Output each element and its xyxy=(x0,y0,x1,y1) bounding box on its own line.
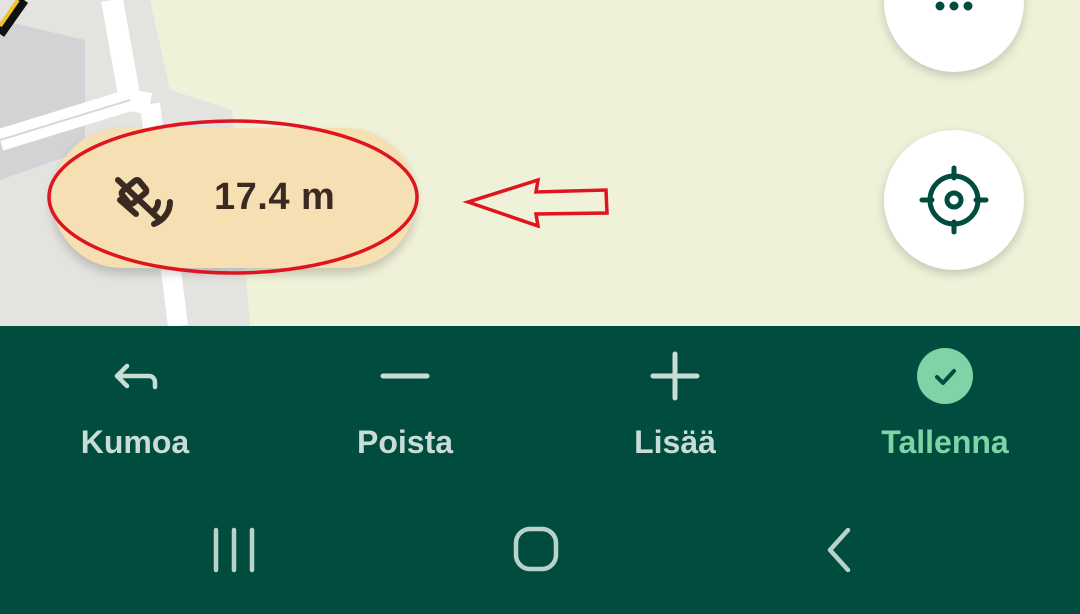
undo-arrow-icon xyxy=(114,363,158,390)
add-label: Lisää xyxy=(634,424,716,460)
back-icon[interactable] xyxy=(808,520,868,580)
edit-toolbar: Kumoa Poista Lisää Tallenna xyxy=(0,326,1080,476)
home-icon[interactable] xyxy=(506,520,566,580)
locate-me-button[interactable] xyxy=(884,130,1024,270)
minus-icon xyxy=(380,373,430,379)
recents-icon[interactable] xyxy=(204,520,264,580)
check-circle-icon xyxy=(917,348,973,404)
add-button[interactable]: Lisää xyxy=(540,326,810,476)
save-label: Tallenna xyxy=(881,424,1009,460)
plus-icon xyxy=(650,351,700,401)
satellite-signal-icon xyxy=(112,170,176,234)
undo-button[interactable]: Kumoa xyxy=(0,326,270,476)
more-options-button[interactable] xyxy=(884,0,1024,72)
more-options-icon xyxy=(935,1,973,11)
undo-label: Kumoa xyxy=(80,424,190,460)
system-navigation-bar xyxy=(0,476,1080,614)
gps-accuracy-value: 17.4 m xyxy=(214,176,336,218)
remove-button[interactable]: Poista xyxy=(270,326,540,476)
remove-label: Poista xyxy=(356,424,454,460)
save-button[interactable]: Tallenna xyxy=(810,326,1080,476)
locate-me-icon xyxy=(919,165,989,235)
